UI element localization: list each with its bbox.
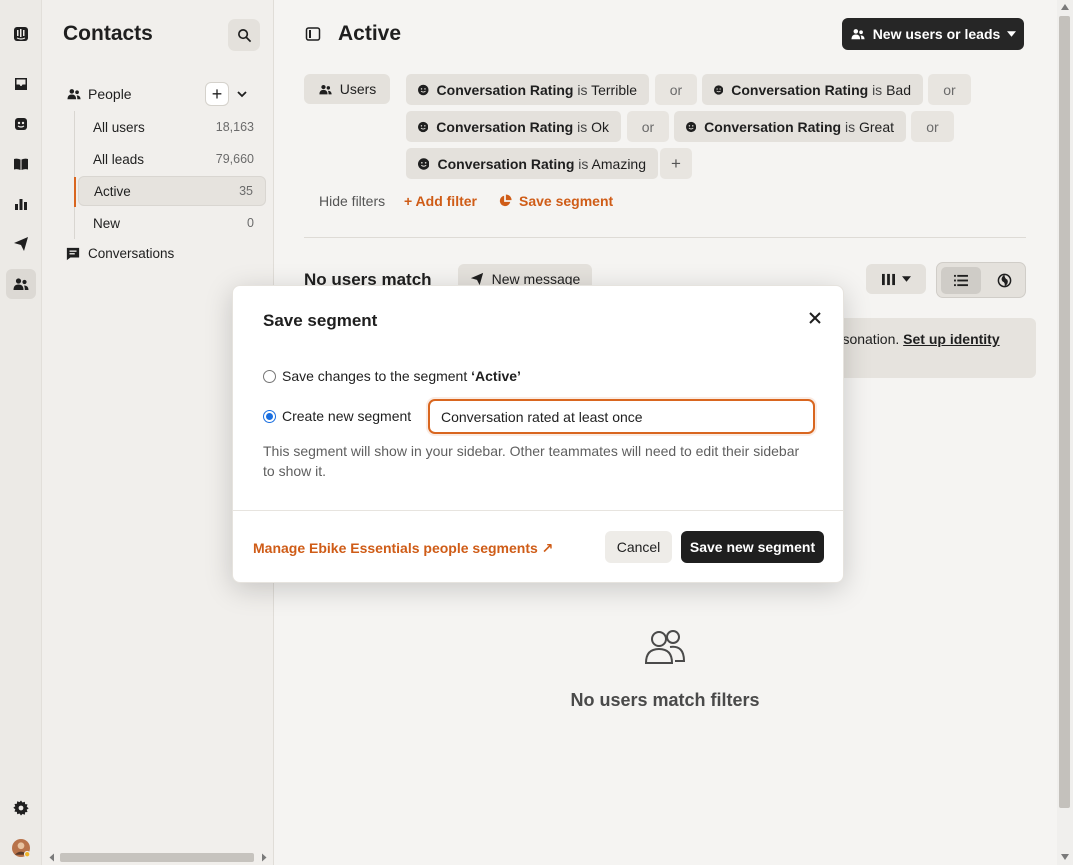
segment-name: ‘Active’ <box>471 368 521 384</box>
close-button[interactable] <box>805 308 825 328</box>
cancel-button[interactable]: Cancel <box>605 531 672 563</box>
save-changes-label: Save changes to the segment ‘Active’ <box>282 368 521 384</box>
save-new-segment-button[interactable]: Save new segment <box>681 531 824 563</box>
save-changes-option[interactable]: Save changes to the segment ‘Active’ <box>263 368 521 384</box>
create-new-label: Create new segment <box>282 408 412 424</box>
save-changes-text: Save changes to the segment <box>282 368 472 384</box>
modal-footer-divider <box>233 510 843 511</box>
segment-name-input[interactable] <box>428 399 815 434</box>
help-text: This segment will show in your sidebar. … <box>263 443 800 479</box>
save-changes-radio[interactable] <box>263 369 276 383</box>
close-icon <box>809 312 821 324</box>
create-new-option[interactable]: Create new segment <box>263 408 411 424</box>
manage-segments-link[interactable]: Manage Ebike Essentials people segments … <box>253 540 553 557</box>
modal-title: Save segment <box>263 311 378 330</box>
save-segment-modal: Save segment Save changes to the segment… <box>232 285 844 583</box>
create-new-radio[interactable] <box>263 409 276 423</box>
